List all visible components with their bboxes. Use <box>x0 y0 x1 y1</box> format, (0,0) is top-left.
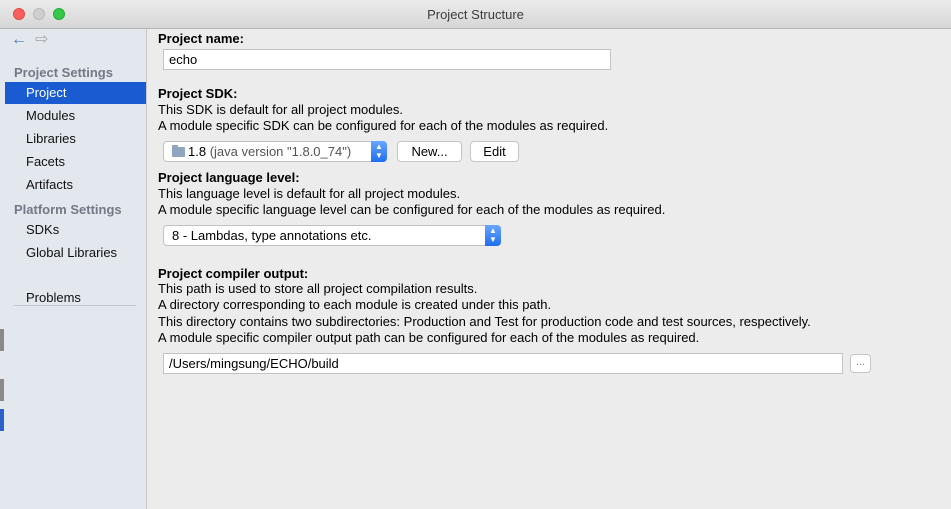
sdk-description-line2: A module specific SDK can be configured … <box>158 118 609 133</box>
sdk-select[interactable]: 1.8 (java version "1.8.0_74") ▲ ▼ <box>163 141 387 162</box>
output-description-line3: This directory contains two subdirectori… <box>158 314 811 329</box>
sdk-folder-icon <box>172 145 185 157</box>
language-level-value: 8 - Lambdas, type annotations etc. <box>172 228 372 243</box>
title-bar: Project Structure <box>0 0 951 29</box>
sdk-new-button[interactable]: New... <box>397 141 462 162</box>
window-edge-strip <box>0 409 4 431</box>
sidebar-item-global-libraries[interactable]: Global Libraries <box>5 242 146 264</box>
project-name-field[interactable]: echo <box>163 49 611 70</box>
sidebar-item-artifacts[interactable]: Artifacts <box>5 174 146 196</box>
project-settings-heading: Project Settings <box>14 65 113 80</box>
forward-arrow-icon[interactable]: ⇨ <box>35 32 48 48</box>
sidebar-item-modules[interactable]: Modules <box>5 105 146 127</box>
project-sdk-label: Project SDK: <box>158 86 238 101</box>
sidebar-item-sdks[interactable]: SDKs <box>5 219 146 241</box>
sidebar-item-facets[interactable]: Facets <box>5 151 146 173</box>
language-level-select[interactable]: 8 - Lambdas, type annotations etc. ▲ ▼ <box>163 225 501 246</box>
compiler-output-path-field[interactable]: /Users/mingsung/ECHO/build <box>163 353 843 374</box>
sidebar: ← ⇨ Project Settings Project Modules Lib… <box>0 29 147 509</box>
project-name-label: Project name: <box>158 31 244 46</box>
sidebar-item-libraries[interactable]: Libraries <box>5 128 146 150</box>
browse-button[interactable]: ... <box>850 354 871 373</box>
output-description-line4: A module specific compiler output path c… <box>158 330 700 345</box>
chevron-updown-icon: ▲ ▼ <box>485 225 501 246</box>
sdk-description-line1: This SDK is default for all project modu… <box>158 102 403 117</box>
sdk-version: 1.8 <box>188 144 207 159</box>
language-description-line1: This language level is default for all p… <box>158 186 461 201</box>
back-arrow-icon[interactable]: ← <box>11 32 27 48</box>
sdk-version-detail: (java version "1.8.0_74") <box>209 144 352 159</box>
output-description-line1: This path is used to store all project c… <box>158 281 478 296</box>
window-title: Project Structure <box>427 7 524 22</box>
language-description-line2: A module specific language level can be … <box>158 202 666 217</box>
platform-settings-heading: Platform Settings <box>14 202 122 217</box>
compiler-output-label: Project compiler output: <box>158 266 309 281</box>
chevron-updown-icon: ▲ ▼ <box>371 141 387 162</box>
sidebar-item-problems[interactable]: Problems <box>5 287 146 309</box>
output-description-line2: A directory corresponding to each module… <box>158 297 552 312</box>
project-settings-panel: Project name: echo Project SDK: This SDK… <box>147 29 951 509</box>
sdk-edit-button[interactable]: Edit <box>470 141 519 162</box>
language-level-label: Project language level: <box>158 170 300 185</box>
window-edge-strip <box>0 379 4 401</box>
window-edge-strip <box>0 329 4 351</box>
sidebar-item-project[interactable]: Project <box>5 82 146 104</box>
